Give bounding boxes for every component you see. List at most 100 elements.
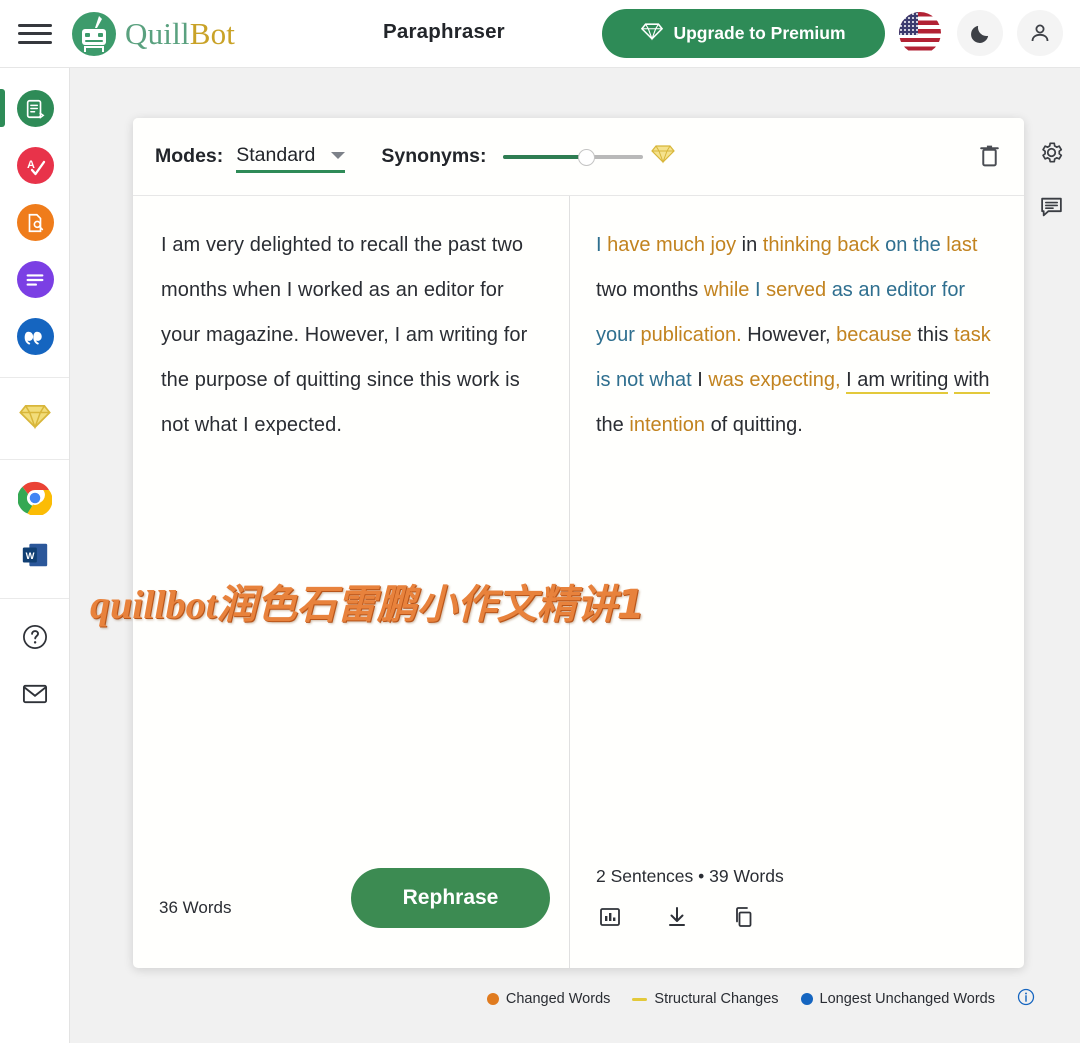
legend-structural-label: Structural Changes <box>654 991 779 1007</box>
sidebar-item-citation-generator[interactable] <box>0 308 70 365</box>
legend-structural-changes: Structural Changes <box>632 991 779 1007</box>
legend-longest-unchanged: Longest Unchanged Words <box>800 991 995 1007</box>
left-sidebar: A W <box>0 68 70 1043</box>
question-circle-icon <box>21 623 49 656</box>
sidebar-premium-group <box>0 378 69 460</box>
download-icon[interactable] <box>665 905 689 934</box>
logo-bot-text: Bot <box>189 15 236 51</box>
output-footer: 2 Sentences • 39 Words <box>570 848 1023 968</box>
output-token: the <box>596 414 624 436</box>
comment-icon <box>1039 194 1064 224</box>
output-token: last <box>946 234 978 256</box>
output-token: what <box>649 369 692 391</box>
output-token: have much joy <box>607 234 737 256</box>
synonyms-label: Synonyms: <box>381 145 487 167</box>
output-token: I <box>596 234 602 256</box>
grammar-check-icon: A <box>16 147 54 184</box>
upgrade-to-premium-button[interactable]: Upgrade to Premium <box>602 9 885 58</box>
output-token: with <box>953 369 990 394</box>
output-token: I <box>697 369 703 391</box>
output-token: I am writing <box>846 369 949 394</box>
sidebar-item-summarizer[interactable] <box>0 251 70 308</box>
input-footer: 36 Words Rephrase <box>133 848 570 968</box>
delete-text-button[interactable] <box>977 142 1002 174</box>
diamond-icon[interactable] <box>650 144 675 169</box>
paraphraser-icon <box>16 90 54 127</box>
watermark-overlay: quillbot润色石雷鹏小作文精讲1 <box>90 572 645 630</box>
color-legend: Changed Words Structural Changes Longest… <box>0 988 1080 1010</box>
chrome-icon <box>17 481 53 520</box>
quillbot-logo[interactable]: QuillBot <box>70 10 235 58</box>
input-word-count: 36 Words <box>159 898 232 917</box>
sidebar-item-grammar-checker[interactable]: A <box>0 137 70 194</box>
moon-icon[interactable] <box>957 10 1003 56</box>
page-title: Paraphraser <box>383 20 505 43</box>
settings-button[interactable] <box>1030 128 1072 182</box>
sidebar-item-word-addin[interactable]: W <box>0 529 70 586</box>
output-text[interactable]: I have much joy in thinking back on the … <box>570 196 1023 448</box>
sidebar-item-chrome-extension[interactable] <box>0 472 70 529</box>
output-token: in <box>741 234 758 256</box>
rephrase-button[interactable]: Rephrase <box>351 868 550 928</box>
output-token: However, <box>747 324 831 346</box>
sidebar-item-contact[interactable] <box>0 668 70 725</box>
bar-chart-icon[interactable] <box>598 905 622 934</box>
sidebar-item-help[interactable] <box>0 611 70 668</box>
app-root: QuillBot Paraphraser Upgrade to Premium <box>0 0 1080 1043</box>
quillbot-wordmark: QuillBot <box>125 16 235 52</box>
output-token: intention <box>629 414 705 436</box>
us-flag-icon[interactable] <box>897 10 943 56</box>
copy-icon[interactable] <box>732 905 756 934</box>
output-token: because <box>836 324 912 346</box>
upgrade-label: Upgrade to Premium <box>673 23 846 43</box>
watermark-latin: quillbot <box>90 582 217 627</box>
input-textarea[interactable]: I am very delighted to recall the past t… <box>133 196 569 448</box>
output-token: of quitting. <box>710 414 803 436</box>
output-token: served <box>766 279 827 301</box>
gear-icon <box>1039 140 1064 170</box>
ms-word-icon: W <box>20 540 50 575</box>
sidebar-item-plagiarism-checker[interactable] <box>0 194 70 251</box>
logo-quill-text: Quill <box>125 15 190 51</box>
chevron-down-icon <box>331 152 346 159</box>
slider-fill <box>502 154 590 159</box>
legend-changed-label: Changed Words <box>505 991 611 1007</box>
output-token: was expecting, <box>708 369 841 391</box>
diamond-icon <box>19 403 51 435</box>
watermark-cjk: 润色石雷鹏小作文精讲1 <box>216 582 645 628</box>
sidebar-tools-group: A <box>0 68 69 378</box>
output-token: thinking back <box>762 234 880 256</box>
slider-thumb[interactable] <box>578 148 596 166</box>
changed-words-dot-icon <box>486 993 499 1005</box>
output-token: task <box>954 324 991 346</box>
synonyms-slider[interactable] <box>502 147 643 167</box>
app-header: QuillBot Paraphraser Upgrade to Premium <box>0 0 1080 68</box>
svg-text:A: A <box>27 159 35 171</box>
output-stats: 2 Sentences • 39 Words <box>596 866 784 886</box>
modes-dropdown[interactable]: Standard <box>236 144 346 173</box>
svg-text:W: W <box>26 551 35 561</box>
summarizer-icon <box>16 261 54 298</box>
account-person-icon[interactable] <box>1017 10 1063 56</box>
legend-unchanged-label: Longest Unchanged Words <box>819 991 995 1007</box>
hamburger-menu-icon[interactable] <box>18 21 52 47</box>
output-token: this <box>917 324 949 346</box>
sidebar-item-premium[interactable] <box>0 390 70 447</box>
info-circle-icon[interactable] <box>1017 988 1035 1010</box>
modes-selected-value: Standard <box>236 144 316 166</box>
feedback-button[interactable] <box>1030 182 1072 236</box>
output-token: two months <box>596 279 699 301</box>
output-token: I <box>754 279 761 301</box>
mail-icon <box>21 680 49 713</box>
unchanged-words-dot-icon <box>800 993 813 1005</box>
modes-label: Modes: <box>155 145 224 167</box>
paraphraser-card: Modes: Standard Synonyms: I am very deli… <box>133 118 1024 968</box>
legend-changed-words: Changed Words <box>486 991 611 1007</box>
sidebar-item-paraphraser[interactable] <box>0 80 70 137</box>
quillbot-bot-icon <box>70 10 118 58</box>
output-token: is not <box>596 369 644 391</box>
quote-icon <box>16 318 54 355</box>
plagiarism-icon <box>16 204 54 241</box>
sidebar-utility-group <box>0 599 69 737</box>
sidebar-extensions-group: W <box>0 460 69 599</box>
